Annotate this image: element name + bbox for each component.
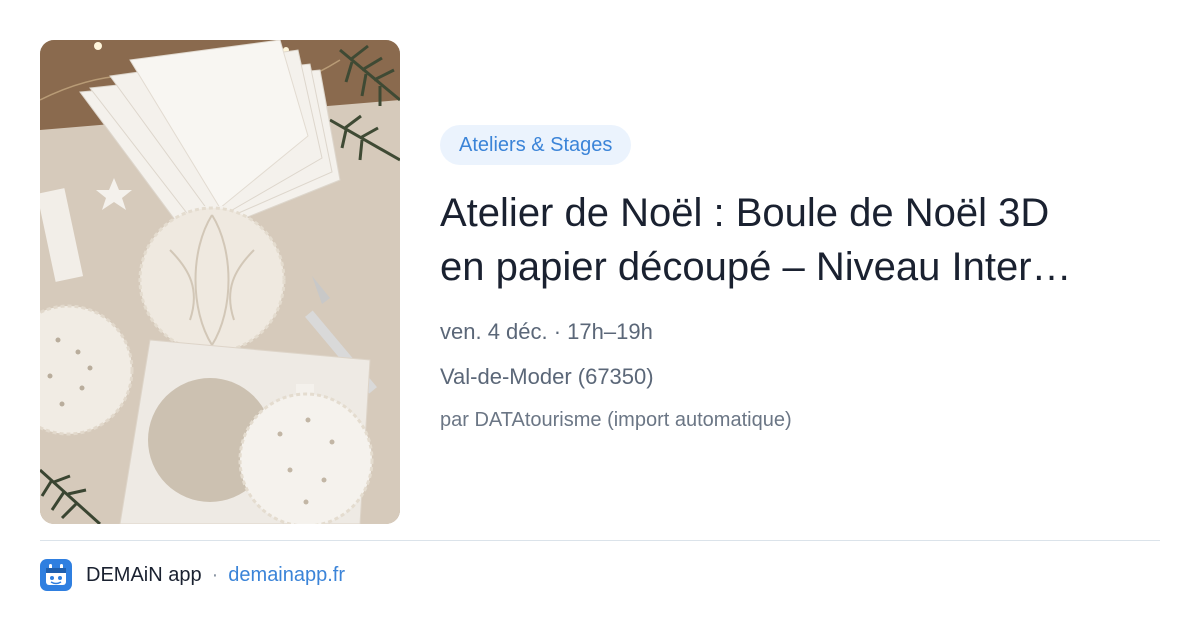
event-title[interactable]: Atelier de Noël : Boule de Noël 3D en pa… <box>440 186 1160 294</box>
app-name[interactable]: DEMAiN app <box>86 564 202 587</box>
domain-link[interactable]: demainapp.fr <box>228 564 345 587</box>
event-photo <box>40 40 400 524</box>
event-source: par DATAtourisme (import automatique) <box>440 409 792 431</box>
event-title-line-1: Atelier de Noël : Boule de Noël 3D <box>440 191 1050 235</box>
app-logo-icon <box>40 559 72 591</box>
footer-divider <box>40 540 1160 541</box>
share-card[interactable]: Ateliers & Stages Atelier de Noël : Boul… <box>0 0 1200 630</box>
event-details: Ateliers & Stages Atelier de Noël : Boul… <box>440 125 1160 433</box>
footer: DEMAiN app · demainapp.fr <box>40 558 345 592</box>
event-title-line-2: en papier découpé – Niveau Inter… <box>440 245 1072 289</box>
category-badge[interactable]: Ateliers & Stages <box>440 125 632 165</box>
footer-separator: · <box>211 563 219 586</box>
event-datetime: ven. 4 déc. · 17h–19h <box>440 319 653 344</box>
event-location: Val-de-Moder (67350) <box>440 364 654 389</box>
